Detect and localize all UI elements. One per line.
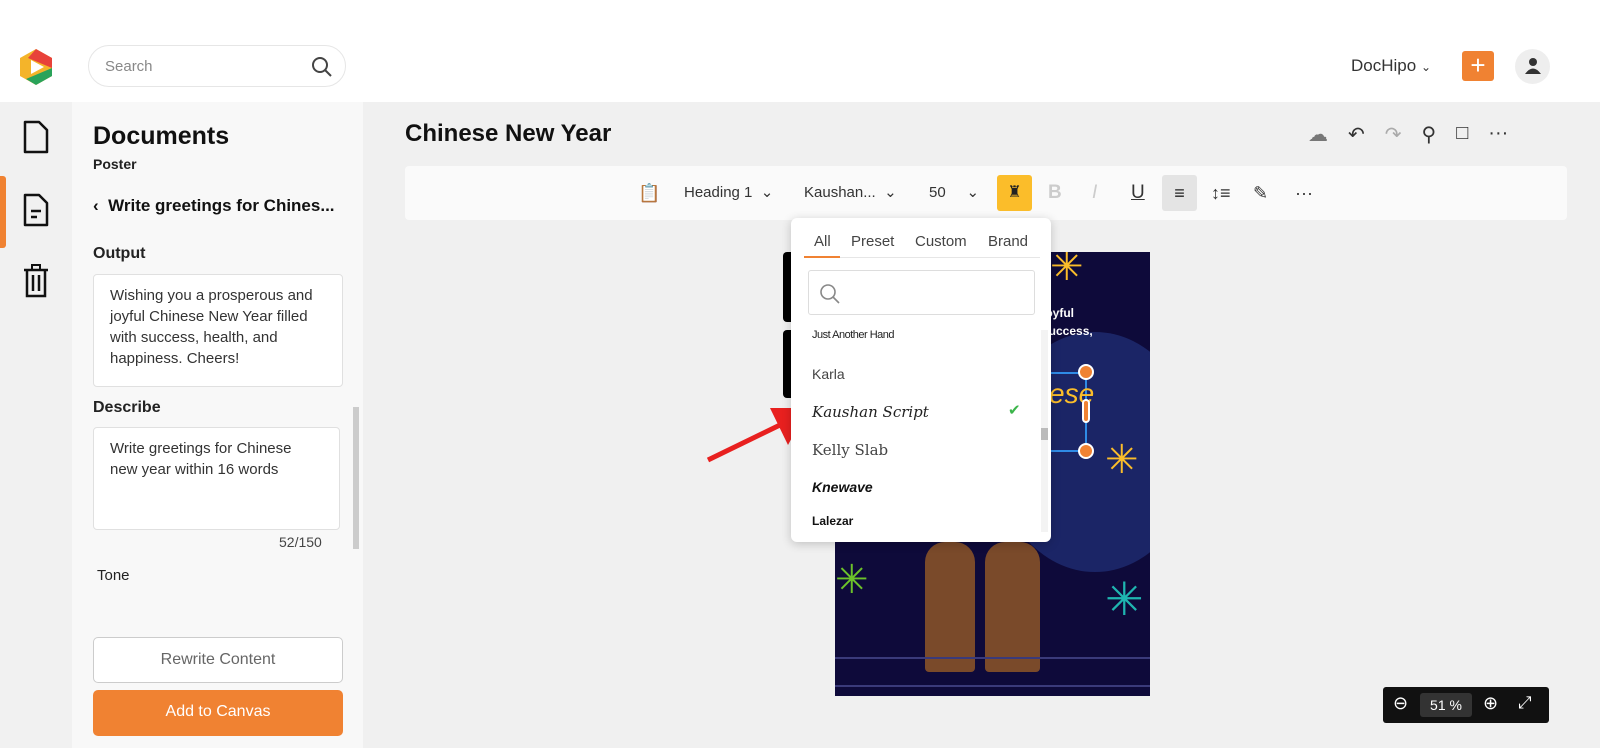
output-label: Output [93, 245, 146, 262]
chevron-down-icon: ⌄ [760, 184, 774, 201]
resize-handle[interactable] [1082, 399, 1090, 423]
tab-preset[interactable]: Preset [851, 233, 915, 250]
resize-handle[interactable] [1078, 364, 1094, 380]
page-thumb-edge [783, 330, 791, 398]
page-thumb-edge [783, 252, 791, 322]
active-indicator [0, 176, 6, 248]
chevron-down-icon: ⌄ [966, 184, 980, 201]
add-to-canvas-button[interactable]: Add to Canvas [93, 690, 343, 736]
active-tab-indicator [804, 256, 840, 258]
more-options-icon[interactable]: ··· [1295, 166, 1313, 220]
font-option-selected[interactable]: Kaushan Script [812, 403, 929, 421]
more-icon[interactable]: ··· [1488, 122, 1508, 147]
undo-icon[interactable]: ↶ [1348, 122, 1365, 147]
account-menu[interactable]: DocHipo ⌄ [1351, 56, 1431, 76]
illustration-person [985, 542, 1040, 672]
resize-handle[interactable] [1078, 443, 1094, 459]
back-label: Write greetings for Chines... [108, 196, 335, 215]
firework-decoration: ✳ [1105, 438, 1139, 482]
zoom-value: 51 [1430, 697, 1446, 713]
firework-decoration: ✳ [1105, 573, 1144, 625]
comment-icon[interactable]: □ [1456, 122, 1468, 147]
user-icon [1524, 58, 1541, 74]
output-text[interactable]: Wishing you a prosperous and joyful Chin… [93, 274, 343, 387]
tab-all[interactable]: All [814, 233, 851, 250]
text-color-button[interactable]: ♜ [997, 175, 1032, 211]
chevron-left-icon: ‹ [93, 196, 99, 215]
describe-textarea[interactable]: Write greetings for Chinese new year wit… [93, 427, 340, 530]
font-option[interactable]: Knewave [812, 479, 873, 495]
top-bar: Search DocHipo ⌄ + [0, 0, 1600, 102]
scrollbar-thumb[interactable] [1041, 428, 1048, 440]
font-list-scrollbar[interactable] [1041, 330, 1048, 532]
bold-button[interactable]: B [1048, 166, 1062, 220]
font-value: Kaushan... [804, 184, 876, 201]
font-option[interactable]: Kelly Slab [812, 441, 888, 459]
italic-button[interactable]: I [1092, 166, 1097, 220]
panel-title: Documents [93, 122, 230, 150]
tone-label: Tone [97, 567, 130, 584]
font-select[interactable]: Kaushan... ⌄ [804, 166, 897, 220]
doc-actions: ☁ ↶ ↷ ⚲ □ ··· [1308, 122, 1508, 147]
ai-writer-panel: Documents Poster ‹ Write greetings for C… [72, 102, 375, 748]
text-document-icon[interactable] [22, 193, 50, 227]
redo-icon[interactable]: ↷ [1385, 122, 1402, 147]
zoom-out-icon[interactable]: ⊖ [1393, 693, 1408, 714]
char-count: 52/150 [279, 534, 322, 550]
trash-icon[interactable] [22, 264, 50, 298]
pattern-border [835, 657, 1150, 687]
search-icon[interactable] [311, 56, 333, 78]
search-icon [820, 284, 840, 304]
dochipo-logo[interactable] [18, 48, 54, 86]
font-option[interactable]: Lalezar [812, 514, 853, 528]
clipboard-icon[interactable]: 📋 [638, 166, 660, 220]
firework-decoration: ✳ [1050, 252, 1084, 289]
zoom-control: ⊖ 51 % ⊕ ⤢ [1383, 687, 1549, 723]
search-placeholder: Search [105, 58, 153, 75]
font-option[interactable]: Karla [812, 366, 845, 382]
illustration-person [925, 542, 975, 672]
firework-decoration: ✳ [835, 558, 869, 602]
tab-custom[interactable]: Custom [915, 233, 988, 250]
panel-subtitle: Poster [93, 156, 137, 172]
icon-rail [0, 102, 72, 748]
chevron-down-icon: ⌄ [884, 184, 897, 201]
font-tabs: All Preset Custom Brand [814, 233, 1028, 250]
fullscreen-icon[interactable]: ⤢ [1518, 693, 1532, 713]
text-style-select[interactable]: Heading 1 ⌄ [684, 166, 773, 220]
panel-scrollbar[interactable] [353, 407, 359, 549]
paint-bucket-icon: ♜ [1007, 184, 1022, 201]
font-option[interactable]: Just Another Hand [812, 329, 895, 341]
zoom-unit: % [1449, 697, 1462, 713]
line-spacing-icon[interactable]: ↕≡ [1211, 166, 1231, 220]
account-name: DocHipo [1351, 56, 1417, 75]
rewrite-content-button[interactable]: Rewrite Content [93, 637, 343, 683]
highlighter-icon[interactable]: ✎ [1253, 166, 1268, 220]
search-icon[interactable]: ⚲ [1422, 122, 1437, 147]
align-center-button[interactable]: ≡ [1162, 175, 1197, 211]
font-size-value: 50 [929, 184, 946, 201]
document-icon[interactable] [22, 120, 50, 154]
back-button[interactable]: ‹ Write greetings for Chines... [93, 196, 335, 216]
describe-label: Describe [93, 399, 161, 416]
font-size-select[interactable]: 50 ⌄ [929, 166, 979, 220]
cloud-save-icon[interactable]: ☁ [1308, 122, 1328, 147]
chevron-down-icon: ⌄ [1420, 60, 1431, 74]
document-title[interactable]: Chinese New Year [405, 120, 611, 148]
tab-brand[interactable]: Brand [988, 233, 1028, 250]
zoom-level[interactable]: 51 % [1420, 693, 1472, 717]
text-style-value: Heading 1 [684, 184, 753, 201]
checkmark-icon: ✔ [1008, 402, 1021, 419]
font-dropdown: All Preset Custom Brand Just Another Han… [791, 218, 1051, 542]
zoom-in-icon[interactable]: ⊕ [1483, 693, 1498, 714]
create-button[interactable]: + [1462, 51, 1494, 81]
text-toolbar: 📋 Heading 1 ⌄ Kaushan... ⌄ 50 ⌄ ♜ B I U … [405, 166, 1567, 220]
font-search-input[interactable] [808, 270, 1035, 315]
user-avatar[interactable] [1515, 49, 1550, 84]
search-input[interactable]: Search [88, 45, 346, 87]
underline-button[interactable]: U [1131, 166, 1145, 220]
